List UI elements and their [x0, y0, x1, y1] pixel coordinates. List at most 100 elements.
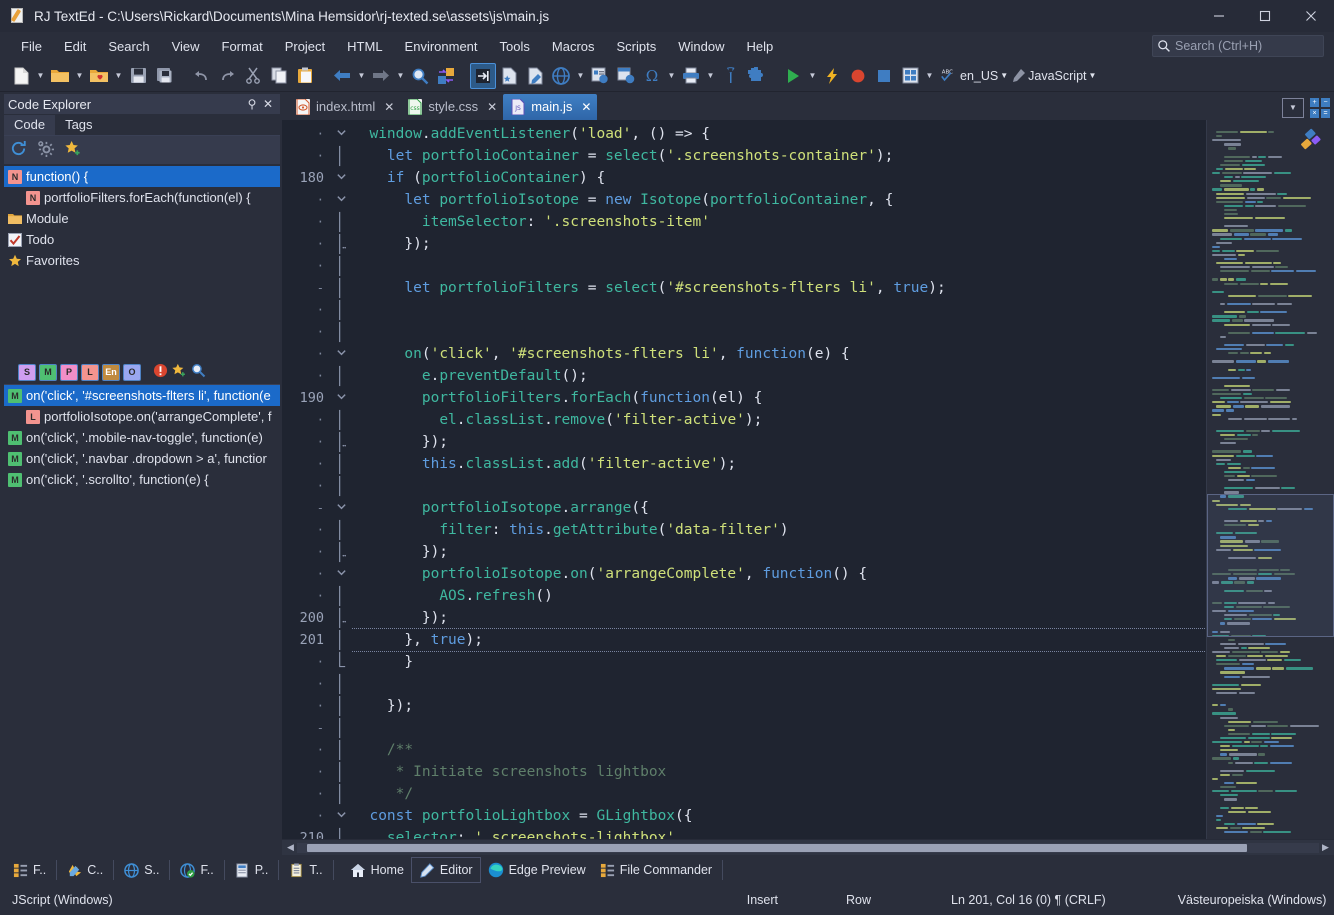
- add-favorite-icon[interactable]: [64, 140, 83, 160]
- fold-marker[interactable]: [330, 519, 352, 541]
- code-line[interactable]: [352, 717, 1206, 739]
- tab-code[interactable]: Code: [4, 115, 55, 135]
- syntax-selector[interactable]: JavaScript ▼: [1012, 68, 1096, 84]
- special-char-icon[interactable]: Ω: [639, 63, 665, 89]
- frame-icon[interactable]: [613, 63, 639, 89]
- code-line[interactable]: on('click', '#screenshots-flters li', fu…: [352, 343, 1206, 365]
- filter-l[interactable]: L: [81, 364, 99, 381]
- find-icon[interactable]: [407, 63, 433, 89]
- edit-tag-icon[interactable]: [522, 63, 548, 89]
- doc-tab-close-icon[interactable]: ✕: [384, 100, 394, 114]
- fold-marker[interactable]: [330, 827, 352, 839]
- code-line[interactable]: portfolioIsotope.arrange({: [352, 497, 1206, 519]
- close-icon[interactable]: ✕: [260, 97, 276, 111]
- scroll-track[interactable]: [297, 843, 1319, 853]
- menu-search[interactable]: Search: [97, 35, 160, 58]
- menu-project[interactable]: Project: [274, 35, 336, 58]
- code-line[interactable]: * Initiate screenshots lightbox: [352, 761, 1206, 783]
- code-line[interactable]: });: [352, 541, 1206, 563]
- fold-gutter[interactable]: [330, 120, 352, 839]
- print-dropdown-icon[interactable]: ▼: [704, 63, 717, 89]
- menu-tools[interactable]: Tools: [489, 35, 541, 58]
- browser-preview-icon[interactable]: [548, 63, 574, 89]
- stop-icon[interactable]: [871, 63, 897, 89]
- code-line[interactable]: let portfolioContainer = select('.screen…: [352, 145, 1206, 167]
- fold-marker[interactable]: [330, 497, 352, 519]
- bottom-tab-file-explorer[interactable]: F..: [6, 857, 53, 883]
- code-line[interactable]: portfolioIsotope.on('arrangeComplete', f…: [352, 563, 1206, 585]
- drag-handle[interactable]: [99, 100, 236, 109]
- open-folder-dropdown-icon[interactable]: ▼: [73, 63, 86, 89]
- fold-marker[interactable]: [330, 651, 352, 673]
- open-favorite-icon[interactable]: [86, 63, 112, 89]
- fold-marker[interactable]: [330, 255, 352, 277]
- fold-marker[interactable]: [330, 343, 352, 365]
- code-line[interactable]: selector: '.screenshots-lightbox': [352, 827, 1206, 839]
- menu-help[interactable]: Help: [736, 35, 785, 58]
- code-line[interactable]: portfolioFilters.forEach(function(el) {: [352, 387, 1206, 409]
- code-line[interactable]: */: [352, 783, 1206, 805]
- fold-marker[interactable]: [330, 277, 352, 299]
- cut-icon[interactable]: [240, 63, 266, 89]
- fold-marker[interactable]: [330, 387, 352, 409]
- code-line[interactable]: });: [352, 431, 1206, 453]
- filter-p[interactable]: P: [60, 364, 78, 381]
- fold-marker[interactable]: [330, 475, 352, 497]
- filter-s[interactable]: S: [18, 364, 36, 381]
- menu-environment[interactable]: Environment: [394, 35, 489, 58]
- table-dropdown-icon[interactable]: ▼: [923, 63, 936, 89]
- code-line[interactable]: [352, 255, 1206, 277]
- insert-tag-icon[interactable]: [470, 63, 496, 89]
- new-file-dropdown-icon[interactable]: ▼: [34, 63, 47, 89]
- quick-run-icon[interactable]: [819, 63, 845, 89]
- fold-marker[interactable]: [330, 453, 352, 475]
- bottom-tab-ftp[interactable]: F..: [173, 857, 220, 883]
- scroll-right-arrow[interactable]: ▶: [1319, 842, 1332, 853]
- fold-marker[interactable]: [330, 673, 352, 695]
- replace-icon[interactable]: [433, 63, 459, 89]
- source-code[interactable]: window.addEventListener('load', () => { …: [352, 120, 1206, 839]
- favorite-icon[interactable]: [171, 363, 188, 381]
- undo-icon[interactable]: [188, 63, 214, 89]
- tree-item[interactable]: N portfolioFilters.forEach(function(el) …: [4, 187, 280, 208]
- list-item[interactable]: M on('click', '.navbar .dropdown > a', f…: [4, 448, 280, 469]
- minimize-button[interactable]: [1196, 0, 1242, 32]
- symbol-list[interactable]: M on('click', '#screenshots-flters li', …: [4, 384, 280, 855]
- code-line[interactable]: let portfolioIsotope = new Isotope(portf…: [352, 189, 1206, 211]
- menu-file[interactable]: File: [10, 35, 53, 58]
- tree-item-todo[interactable]: Todo: [4, 229, 280, 250]
- copy-icon[interactable]: [266, 63, 292, 89]
- menu-format[interactable]: Format: [211, 35, 274, 58]
- fold-marker[interactable]: [330, 211, 352, 233]
- error-icon[interactable]: [153, 363, 168, 381]
- filter-o[interactable]: O: [123, 364, 141, 381]
- maximize-button[interactable]: [1242, 0, 1288, 32]
- code-line[interactable]: if (portfolioContainer) {: [352, 167, 1206, 189]
- save-icon[interactable]: [125, 63, 151, 89]
- spellcheck-selector[interactable]: ABC en_US ▼: [940, 67, 1008, 84]
- code-line[interactable]: window.addEventListener('load', () => {: [352, 123, 1206, 145]
- fold-marker[interactable]: [330, 563, 352, 585]
- doc-tab-index-html[interactable]: index.html ✕: [288, 94, 400, 120]
- code-line[interactable]: AOS.refresh(): [352, 585, 1206, 607]
- horizontal-scrollbar[interactable]: ◀ ▶: [282, 839, 1334, 855]
- fold-marker[interactable]: [330, 695, 352, 717]
- fold-marker[interactable]: [330, 431, 352, 453]
- fold-marker[interactable]: [330, 541, 352, 563]
- code-line[interactable]: }: [352, 651, 1206, 673]
- status-caret-position[interactable]: Ln 201, Col 16 (0) ¶ (CRLF): [939, 893, 1118, 907]
- tools-icon[interactable]: [717, 63, 743, 89]
- bottom-tab-clip[interactable]: C..: [60, 857, 110, 883]
- open-folder-icon[interactable]: [47, 63, 73, 89]
- menu-edit[interactable]: Edit: [53, 35, 97, 58]
- bottom-tab-home[interactable]: Home: [343, 857, 411, 883]
- fold-marker[interactable]: [330, 739, 352, 761]
- fold-marker[interactable]: [330, 365, 352, 387]
- bottom-tab-editor[interactable]: Editor: [411, 857, 481, 883]
- list-item[interactable]: M on('click', '#screenshots-flters li', …: [4, 385, 280, 406]
- fold-marker[interactable]: [330, 717, 352, 739]
- code-tree[interactable]: N function() { N portfolioFilters.forEac…: [4, 164, 280, 356]
- new-file-icon[interactable]: [8, 63, 34, 89]
- list-item[interactable]: L portfolioIsotope.on('arrangeComplete',…: [4, 406, 280, 427]
- run-dropdown-icon[interactable]: ▼: [806, 63, 819, 89]
